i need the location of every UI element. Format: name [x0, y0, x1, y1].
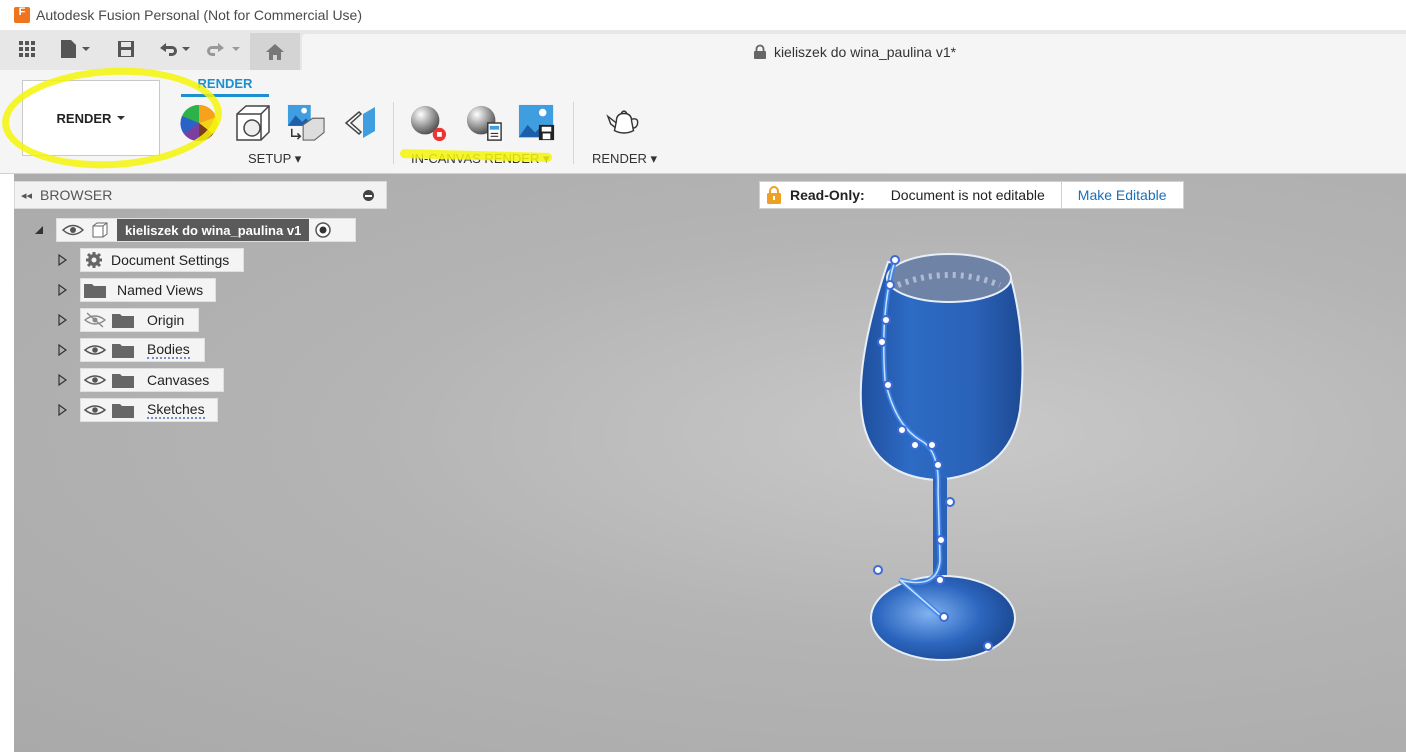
eye-icon[interactable]	[83, 401, 107, 419]
browser-item-label: Origin	[147, 312, 185, 328]
document-settings-node[interactable]: Document Settings	[80, 248, 245, 272]
left-margin	[0, 174, 14, 752]
redo-icon[interactable]	[204, 38, 242, 60]
browser-item-label: Document Settings	[111, 252, 230, 268]
ribbon-separator	[573, 102, 574, 164]
browser-item-bodies[interactable]: Bodies	[58, 338, 205, 362]
browser-item-label: Named Views	[117, 282, 204, 298]
fusion-logo-icon: F	[14, 7, 30, 23]
document-tab[interactable]: kieliszek do wina_paulina v1*	[302, 34, 1406, 70]
browser-item-label: Canvases	[147, 372, 210, 388]
capture-image-icon[interactable]	[518, 104, 556, 142]
appearance-icon[interactable]	[180, 104, 218, 142]
app-grid-icon[interactable]	[18, 38, 36, 60]
lock-icon	[767, 186, 781, 204]
scene-settings-icon[interactable]	[234, 104, 272, 142]
setup-group-label[interactable]: SETUP ▾	[248, 151, 301, 167]
eye-icon[interactable]	[83, 371, 107, 389]
gear-icon	[86, 252, 102, 268]
browser-panel-header: ◂◂ BROWSER	[14, 181, 387, 209]
browser-root-label: kieliszek do wina_paulina v1	[117, 219, 310, 241]
quick-access-toolbar: kieliszek do wina_paulina v1*	[0, 30, 1406, 70]
eye-icon[interactable]	[83, 341, 107, 359]
tab-render[interactable]: RENDER	[181, 76, 269, 91]
folder-icon	[112, 374, 134, 388]
folder-icon	[84, 284, 106, 298]
eye-icon[interactable]	[61, 220, 85, 240]
collapse-panel-icon[interactable]: ◂◂	[21, 189, 32, 202]
workspace-switcher-button[interactable]: RENDER	[22, 80, 160, 156]
lock-icon	[753, 44, 766, 59]
expand-triangle-icon[interactable]	[58, 254, 68, 266]
browser-item-label: Sketches	[147, 401, 205, 419]
sketches-node[interactable]: Sketches	[80, 398, 218, 422]
document-tab-title: kieliszek do wina_paulina v1*	[773, 44, 957, 60]
activate-radio-icon[interactable]	[313, 220, 333, 240]
read-only-message: Document is not editable	[890, 187, 1045, 203]
make-editable-button[interactable]: Make Editable	[1060, 182, 1183, 208]
home-button[interactable]	[250, 33, 300, 70]
in-canvas-render-icon[interactable]	[409, 104, 447, 142]
workspace-label: RENDER	[56, 110, 112, 126]
decal-icon[interactable]	[341, 104, 379, 142]
file-menu-icon[interactable]	[60, 38, 92, 60]
expand-triangle-icon[interactable]	[58, 314, 68, 326]
expand-triangle-icon[interactable]	[58, 404, 68, 416]
component-icon	[92, 222, 108, 238]
folder-icon	[112, 404, 134, 418]
in-canvas-render-settings-icon[interactable]	[465, 104, 503, 142]
folder-icon	[112, 344, 134, 358]
texture-map-icon[interactable]	[287, 104, 325, 142]
read-only-label: Read-Only:	[790, 187, 865, 203]
browser-item-label: Bodies	[147, 341, 190, 359]
teapot-render-icon[interactable]	[605, 104, 643, 142]
expand-triangle-icon[interactable]	[34, 225, 44, 235]
browser-title: BROWSER	[40, 187, 113, 203]
ribbon: RENDER RENDER SETUP ▾ IN-CANVAS RENDER ▾…	[0, 70, 1406, 174]
canvases-node[interactable]: Canvases	[80, 368, 225, 392]
bodies-node[interactable]: Bodies	[80, 338, 205, 362]
eye-hidden-icon[interactable]	[83, 311, 107, 329]
title-bar: F Autodesk Fusion Personal (Not for Comm…	[0, 0, 1406, 30]
tab-underline	[181, 94, 269, 97]
wine-glass-model[interactable]	[840, 240, 1040, 680]
chevron-down-icon	[117, 116, 126, 120]
named-views-node[interactable]: Named Views	[80, 278, 217, 302]
origin-node[interactable]: Origin	[80, 308, 200, 332]
expand-triangle-icon[interactable]	[58, 374, 68, 386]
browser-root-row: kieliszek do wina_paulina v1	[34, 218, 356, 242]
browser-item-document-settings[interactable]: Document Settings	[58, 248, 245, 272]
app-title: Autodesk Fusion Personal (Not for Commer…	[36, 7, 363, 23]
save-icon[interactable]	[116, 38, 136, 60]
browser-item-origin[interactable]: Origin	[58, 308, 200, 332]
read-only-banner: Read-Only: Document is not editable Make…	[759, 181, 1184, 209]
expand-triangle-icon[interactable]	[58, 344, 68, 356]
browser-root-node[interactable]: kieliszek do wina_paulina v1	[56, 218, 356, 242]
browser-item-named-views[interactable]: Named Views	[58, 278, 217, 302]
render-group-label[interactable]: RENDER ▾	[592, 151, 657, 167]
ribbon-separator	[393, 102, 394, 164]
expand-triangle-icon[interactable]	[58, 284, 68, 296]
minimize-browser-icon[interactable]	[363, 190, 374, 201]
home-icon	[266, 43, 284, 60]
undo-icon[interactable]	[156, 38, 194, 60]
browser-item-canvases[interactable]: Canvases	[58, 368, 225, 392]
browser-item-sketches[interactable]: Sketches	[58, 398, 218, 422]
in-canvas-render-group-label[interactable]: IN-CANVAS RENDER ▾	[411, 151, 549, 167]
folder-icon	[112, 314, 134, 328]
